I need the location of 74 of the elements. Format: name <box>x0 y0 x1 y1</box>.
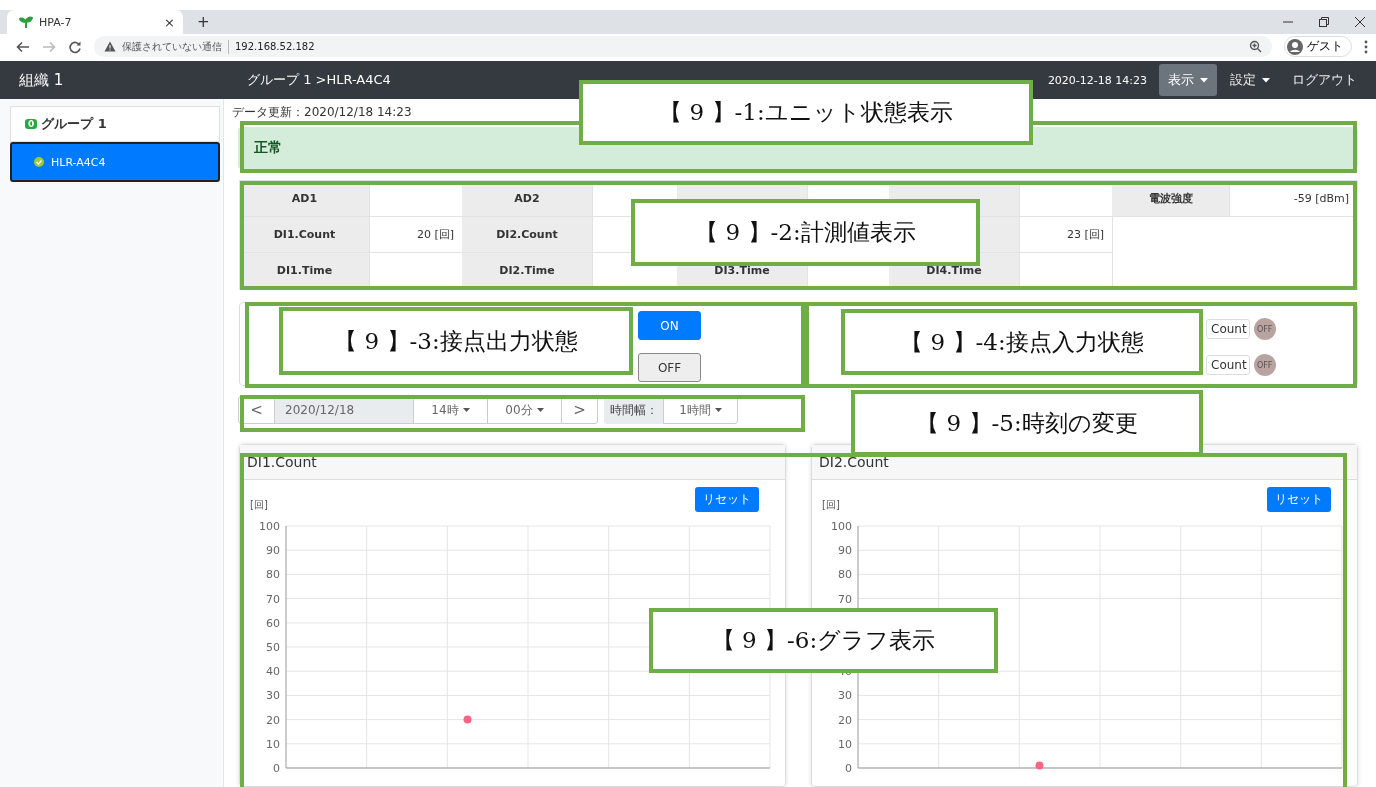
caret-icon <box>462 408 470 412</box>
group-label: グループ 1 <box>41 115 107 133</box>
nav-menu[interactable]: 設定 <box>1221 64 1279 96</box>
tick-label: 0 <box>845 762 852 774</box>
header-cell: DI2.Count <box>462 217 592 254</box>
annotation-callout: 【 9 】-5:時刻の変更 <box>851 390 1203 456</box>
annotation-callout: 【 9 】-2:計測値表示 <box>631 199 980 266</box>
tick-label: 90 <box>838 544 852 558</box>
unit-item[interactable]: HLR-A4C4 <box>10 142 220 182</box>
reset-button[interactable]: リセット <box>1267 487 1331 512</box>
restore-icon[interactable] <box>1318 16 1330 28</box>
input-label: Count <box>1206 319 1250 340</box>
tick-label: 20 <box>266 713 280 727</box>
browser-tab[interactable]: HPA-7 × <box>7 10 183 34</box>
annotation-callout: 【 9 】-3:接点出力状態 <box>279 307 633 375</box>
caret-icon <box>714 408 722 412</box>
value-cell: 23 [回] <box>1019 217 1112 254</box>
breadcrumb: グループ 1 >HLR-A4C4 <box>247 71 391 89</box>
chart-title: DI2.Count <box>819 454 889 470</box>
tick-label: 70 <box>838 592 852 606</box>
nav-menu[interactable]: 表示 <box>1159 64 1217 96</box>
tick-label: 90 <box>266 544 280 558</box>
unit-label: HLR-A4C4 <box>51 155 106 169</box>
output-button[interactable]: ON <box>638 311 701 341</box>
tick-label: 80 <box>266 568 280 582</box>
chart-title: DI1.Count <box>247 454 317 470</box>
more-icon[interactable] <box>1364 39 1368 54</box>
organization-title[interactable]: 組織 1 <box>0 70 247 90</box>
status-text: 正常 <box>254 139 282 158</box>
close-icon[interactable] <box>1354 16 1366 28</box>
update-time-text: データ更新：2020/12/18 14:23 <box>232 104 412 121</box>
tick-label: 40 <box>266 665 280 679</box>
tick-label: 10 <box>838 737 852 751</box>
value-cell: -59 [dBm] <box>1229 181 1357 218</box>
tab-title: HPA-7 <box>39 15 73 29</box>
tick-label: 10 <box>266 737 280 751</box>
security-label: 保護されていない通信 <box>122 39 229 54</box>
nav-menu[interactable]: ログアウト <box>1283 64 1366 96</box>
person-icon <box>1287 38 1303 55</box>
zoom-icon[interactable] <box>1249 40 1262 53</box>
close-tab-button[interactable]: × <box>164 14 175 30</box>
caret-icon <box>1200 77 1208 83</box>
annotation-callout: 【 9 】-4:接点入力状態 <box>841 309 1203 375</box>
datetime-text: 2020-12-18 14:23 <box>1047 73 1147 87</box>
tick-label: 30 <box>838 689 852 703</box>
tick-label: 80 <box>838 568 852 582</box>
tick-label: 20 <box>838 713 852 727</box>
state-badge: OFF <box>1253 354 1276 377</box>
tick-label: 70 <box>266 592 280 606</box>
url-text: 192.168.52.182 <box>235 41 315 52</box>
annotation-callout: 【 9 】-1:ユニット状態表示 <box>579 80 1033 145</box>
new-tab-button[interactable]: + <box>197 13 210 31</box>
address-field[interactable]: 保護されていない通信 192.168.52.182 <box>94 36 1272 57</box>
tick-label: 0 <box>273 762 280 774</box>
reset-button[interactable]: リセット <box>695 487 759 512</box>
reload-icon[interactable] <box>68 39 82 54</box>
sprout-icon <box>19 15 33 29</box>
count-badge: 0 <box>25 119 38 129</box>
caret-icon <box>1262 77 1270 83</box>
tick-label: 50 <box>266 641 280 654</box>
tick-label: 100 <box>259 520 280 533</box>
state-badge: OFF <box>1253 318 1276 341</box>
tick-label: 30 <box>266 689 280 703</box>
output-button[interactable]: OFF <box>638 353 701 383</box>
input-label: Count <box>1206 355 1250 376</box>
group-item[interactable]: 0 グループ 1 <box>10 106 220 142</box>
unit-label: [回] <box>250 498 268 512</box>
warning-icon <box>104 41 116 52</box>
caret-icon <box>536 408 544 412</box>
tick-label: 100 <box>831 520 852 533</box>
tick-label: 60 <box>266 616 280 630</box>
unit-label: [回] <box>822 498 840 512</box>
annotation-callout: 【 9 】-6:グラフ表示 <box>649 608 998 673</box>
back-icon[interactable] <box>16 39 30 54</box>
